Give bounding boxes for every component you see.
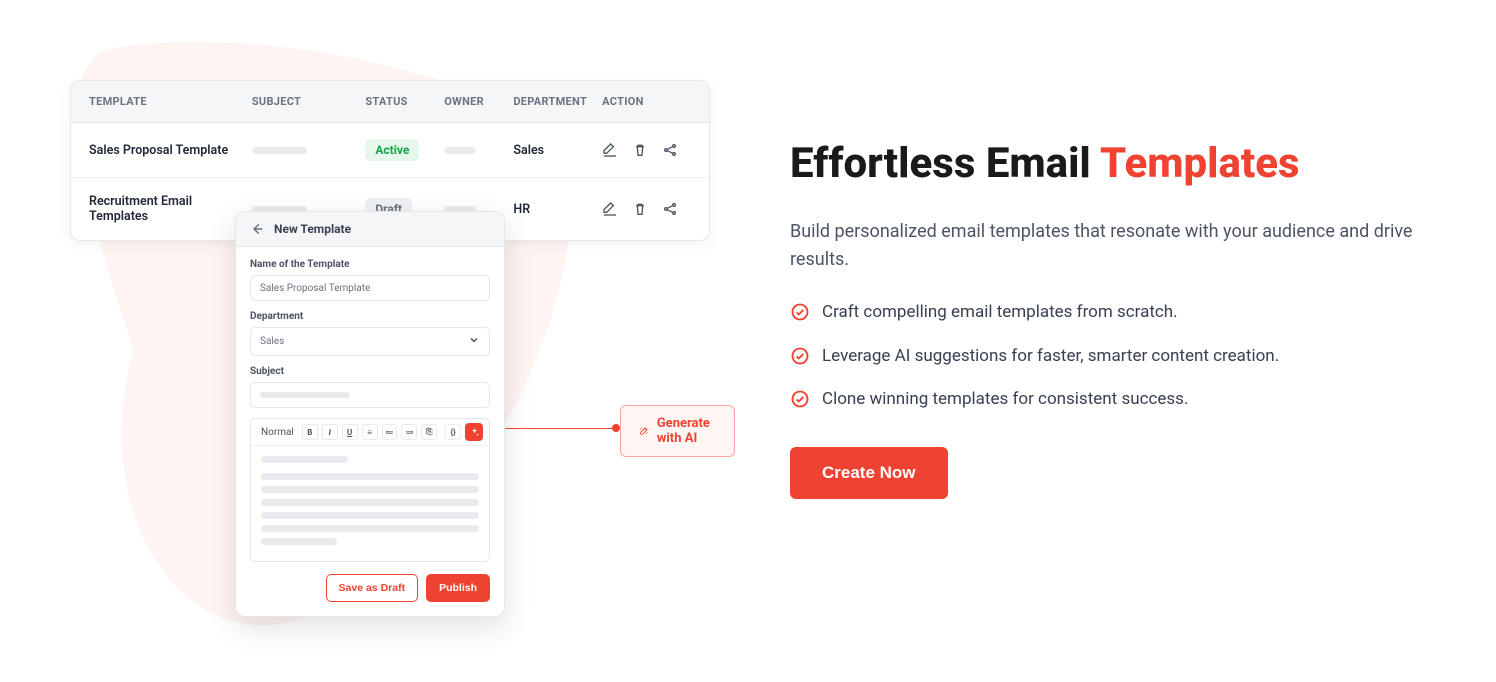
list-item: Leverage AI suggestions for faster, smar… [790,344,1430,374]
code-icon[interactable]: {} [445,424,461,440]
create-now-button[interactable]: Create Now [790,447,948,499]
cell-template: Sales Proposal Template [89,143,252,158]
cell-department: Sales [513,143,602,158]
owner-placeholder [444,147,476,154]
hero-title: Effortless Email Templates [790,140,1430,188]
generate-ai-callout[interactable]: Generate with AI [620,405,735,457]
unlist-icon[interactable]: ≕ [401,424,417,440]
align-icon[interactable]: ≡ [362,424,378,440]
publish-button[interactable]: Publish [426,574,490,602]
share-icon[interactable] [662,142,678,158]
check-circle-icon [790,346,810,374]
back-arrow-icon[interactable] [250,222,264,236]
ai-sparkle-icon[interactable] [465,423,483,441]
editor-toolbar: Normal B I U ≡ ≔ ≕ ⎘ {} [251,419,489,446]
col-subject: SUBJECT [252,95,365,108]
chevron-down-icon [468,334,480,349]
link-icon[interactable]: ⎘ [421,424,437,440]
table-row: Sales Proposal Template Active Sales [71,123,709,178]
name-label: Name of the Template [250,259,490,270]
col-department: DEPARTMENT [513,95,602,108]
trash-icon[interactable] [632,142,648,158]
share-icon[interactable] [662,201,678,217]
list-item: Clone winning templates for consistent s… [790,387,1430,417]
cell-department: HR [513,202,602,217]
trash-icon[interactable] [632,201,648,217]
check-circle-icon [790,389,810,417]
col-action: ACTION [602,95,691,108]
check-circle-icon [790,302,810,330]
list-item: Craft compelling email templates from sc… [790,300,1430,330]
status-badge: Active [365,139,419,161]
bold-icon[interactable]: B [302,424,318,440]
new-template-modal: New Template Name of the Template Sales … [235,211,505,617]
dept-label: Department [250,311,490,322]
edit-icon[interactable] [602,201,618,217]
col-owner: OWNER [444,95,513,108]
list-icon[interactable]: ≔ [382,424,398,440]
subject-label: Subject [250,366,490,377]
subject-placeholder [252,147,307,154]
connector-line [505,418,620,438]
col-template: TEMPLATE [89,95,252,108]
body-editor[interactable]: Normal B I U ≡ ≔ ≕ ⎘ {} [250,418,490,562]
template-name-input[interactable]: Sales Proposal Template [250,275,490,301]
modal-title: New Template [274,222,351,236]
magic-wand-icon [639,423,649,439]
feature-list: Craft compelling email templates from sc… [790,300,1430,417]
save-draft-button[interactable]: Save as Draft [326,574,419,602]
subject-input[interactable] [250,382,490,408]
col-status: STATUS [365,95,444,108]
format-select[interactable]: Normal [257,427,298,438]
department-select[interactable]: Sales [250,327,490,356]
edit-icon[interactable] [602,142,618,158]
cell-template: Recruitment Email Templates [89,194,252,224]
hero-lead: Build personalized email templates that … [790,218,1430,274]
italic-icon[interactable]: I [322,424,338,440]
underline-icon[interactable]: U [342,424,358,440]
